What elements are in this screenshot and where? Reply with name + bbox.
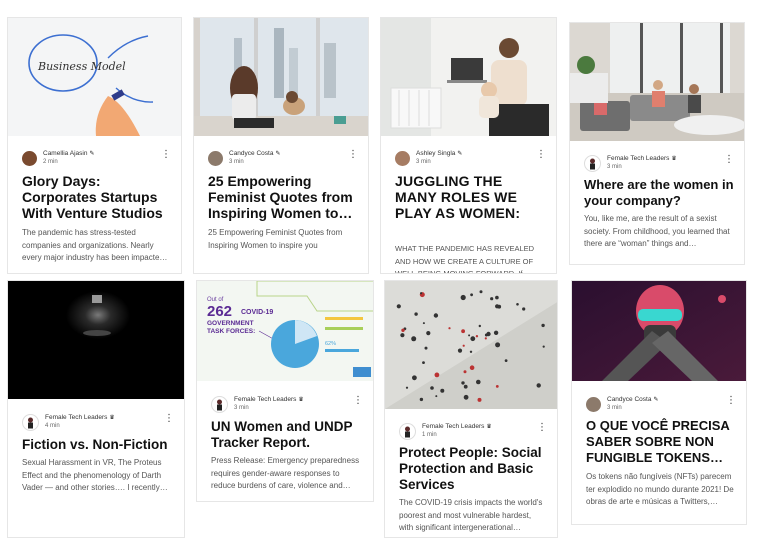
author-avatar[interactable] bbox=[22, 150, 37, 166]
post-image[interactable] bbox=[8, 281, 184, 399]
post-image[interactable]: Out of 262 COVID-19 GOVERNMENT TASK FORC… bbox=[197, 281, 373, 381]
author-avatar[interactable] bbox=[22, 413, 39, 431]
whiteboard-text: Business Model bbox=[37, 60, 126, 73]
read-time: 3 min bbox=[234, 405, 249, 411]
infographic-line3: TASK FORCES: bbox=[207, 328, 255, 335]
more-options-icon[interactable]: ⋮ bbox=[348, 150, 358, 160]
writer-icon: ✎ bbox=[275, 151, 281, 157]
more-options-icon[interactable]: ⋮ bbox=[536, 150, 546, 160]
post-meta: Female Tech Leaders ♛ 3 min ⋮ bbox=[584, 153, 734, 173]
post-card[interactable]: Candyce Costa ✎ 3 min ⋮ 25 Empowering Fem… bbox=[193, 17, 369, 274]
post-title[interactable]: Where are the women in your company? bbox=[584, 177, 734, 209]
read-time: 1 min bbox=[422, 432, 437, 438]
post-card[interactable]: Female Tech Leaders ♛ 1 min ⋮ Protect Peo… bbox=[384, 280, 558, 538]
author-name[interactable]: Female Tech Leaders bbox=[234, 396, 296, 404]
post-excerpt: Sexual Harassment in VR, The Proteus Eff… bbox=[22, 458, 168, 492]
post-card[interactable]: Female Tech Leaders ♛ 4 min ⋮ Fiction vs.… bbox=[7, 280, 185, 538]
crown-icon: ♛ bbox=[109, 415, 115, 421]
author-avatar[interactable] bbox=[208, 150, 223, 166]
author-avatar[interactable] bbox=[399, 422, 416, 440]
post-title[interactable]: Protect People: Social Protection and Ba… bbox=[399, 445, 547, 493]
post-image[interactable] bbox=[381, 18, 556, 136]
author-name[interactable]: Female Tech Leaders bbox=[45, 414, 107, 422]
post-title[interactable]: O QUE VOCÊ PRECISA SABER SOBRE NON FUNGI… bbox=[586, 418, 736, 466]
read-time: 4 min bbox=[45, 423, 60, 429]
author-avatar[interactable] bbox=[395, 150, 410, 166]
more-options-icon[interactable]: ⋮ bbox=[537, 423, 547, 433]
more-options-icon[interactable]: ⋮ bbox=[353, 396, 363, 406]
post-meta: Candyce Costa ✎ 3 min ⋮ bbox=[208, 148, 358, 168]
author-avatar[interactable] bbox=[211, 395, 228, 413]
infographic-number: 262 bbox=[207, 303, 232, 320]
author-name[interactable]: Camellia Ajasin bbox=[43, 150, 87, 158]
post-excerpt: The pandemic has stress-tested companies… bbox=[22, 228, 168, 262]
more-options-icon[interactable]: ⋮ bbox=[726, 396, 736, 406]
author-avatar[interactable] bbox=[584, 154, 601, 172]
post-image[interactable] bbox=[385, 281, 557, 409]
crown-icon: ♛ bbox=[298, 397, 304, 403]
post-title[interactable]: 25 Empowering Feminist Quotes from Inspi… bbox=[208, 173, 358, 221]
post-title[interactable]: Fiction vs. Non-Fiction bbox=[22, 437, 174, 453]
more-options-icon[interactable]: ⋮ bbox=[164, 414, 174, 424]
writer-icon: ✎ bbox=[89, 151, 95, 157]
post-card[interactable]: Ashley Singla ✎ 3 min ⋮ JUGGLING THE MANY… bbox=[380, 17, 557, 274]
post-excerpt: You, like me, are the result of a sexist… bbox=[584, 214, 730, 248]
infographic-line2: GOVERNMENT bbox=[207, 320, 254, 327]
writer-icon: ✎ bbox=[653, 397, 659, 403]
author-name[interactable]: Candyce Costa bbox=[229, 150, 273, 158]
post-meta: Female Tech Leaders ♛ 4 min ⋮ bbox=[22, 412, 174, 432]
more-options-icon[interactable]: ⋮ bbox=[161, 150, 171, 160]
post-image[interactable] bbox=[570, 23, 744, 141]
post-image[interactable]: Business Model bbox=[8, 18, 181, 136]
post-excerpt: Press Release: Emergency preparedness re… bbox=[211, 456, 360, 490]
read-time: 3 min bbox=[229, 159, 244, 165]
writer-icon: ✎ bbox=[457, 151, 463, 157]
post-meta: Female Tech Leaders ♛ 3 min ⋮ bbox=[211, 394, 363, 414]
post-card[interactable]: Candyce Costa ✎ 3 min ⋮ O QUE VOCÊ PRECIS… bbox=[571, 280, 747, 525]
post-meta: Ashley Singla ✎ 3 min ⋮ bbox=[395, 148, 546, 168]
author-name[interactable]: Female Tech Leaders bbox=[422, 423, 484, 431]
author-name[interactable]: Female Tech Leaders bbox=[607, 155, 669, 163]
post-image[interactable] bbox=[572, 281, 746, 381]
crown-icon: ♛ bbox=[486, 424, 492, 430]
post-card[interactable]: Business Model Camellia Ajasin ✎ 2 min ⋮ … bbox=[7, 17, 182, 274]
post-excerpt: Os tokens não fungíveis (NFTs) parecem t… bbox=[586, 472, 734, 506]
author-name[interactable]: Ashley Singla bbox=[416, 150, 455, 158]
post-title[interactable]: Glory Days: Corporates Startups With Ven… bbox=[22, 173, 171, 221]
read-time: 3 min bbox=[416, 159, 431, 165]
post-excerpt: WHAT THE PANDEMIC HAS REVEALED AND HOW W… bbox=[395, 244, 535, 274]
post-title[interactable]: UN Women and UNDP Tracker Report. bbox=[211, 419, 363, 451]
post-title[interactable]: JUGGLING THE MANY ROLES WE PLAY AS WOMEN… bbox=[395, 173, 546, 221]
post-card[interactable]: Female Tech Leaders ♛ 3 min ⋮ Where are t… bbox=[569, 22, 745, 265]
post-image[interactable] bbox=[194, 18, 368, 136]
infographic-pct: 62% bbox=[325, 341, 336, 347]
post-meta: Candyce Costa ✎ 3 min ⋮ bbox=[586, 394, 736, 414]
post-card[interactable]: Out of 262 COVID-19 GOVERNMENT TASK FORC… bbox=[196, 280, 374, 502]
post-meta: Camellia Ajasin ✎ 2 min ⋮ bbox=[22, 148, 171, 168]
author-name[interactable]: Candyce Costa bbox=[607, 396, 651, 404]
read-time: 3 min bbox=[607, 164, 622, 170]
post-excerpt: The COVID-19 crisis impacts the world's … bbox=[399, 498, 543, 532]
post-meta: Female Tech Leaders ♛ 1 min ⋮ bbox=[399, 421, 547, 441]
infographic-line1: COVID-19 bbox=[241, 309, 273, 316]
post-excerpt: 25 Empowering Feminist Quotes from Inspi… bbox=[208, 228, 343, 250]
read-time: 3 min bbox=[607, 405, 622, 411]
author-avatar[interactable] bbox=[586, 396, 601, 412]
read-time: 2 min bbox=[43, 159, 58, 165]
crown-icon: ♛ bbox=[671, 156, 677, 162]
more-options-icon[interactable]: ⋮ bbox=[724, 155, 734, 165]
